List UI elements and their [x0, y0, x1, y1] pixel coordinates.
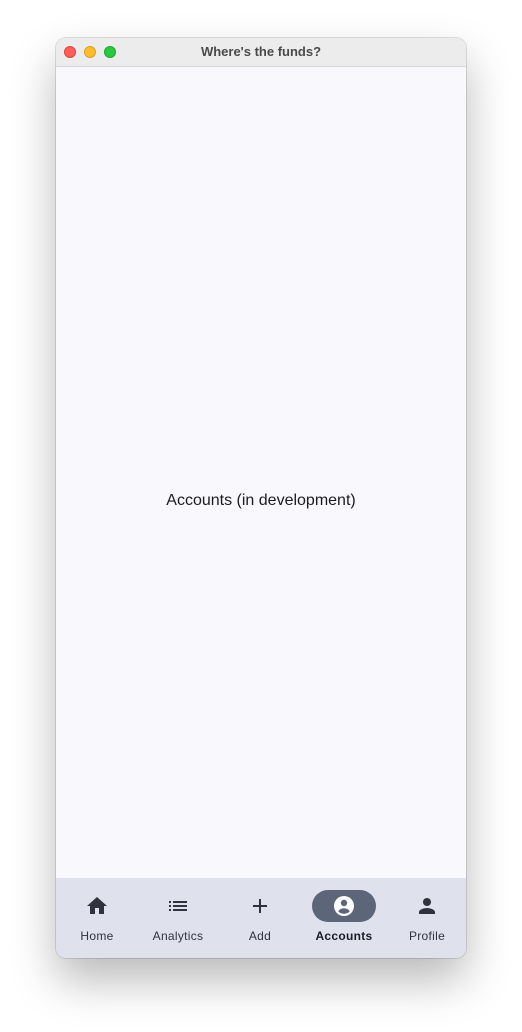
- home-icon: [85, 894, 109, 918]
- nav-label-add: Add: [248, 929, 272, 943]
- nav-item-home[interactable]: Home: [56, 878, 138, 958]
- main-content: Accounts (in development): [56, 67, 466, 878]
- list-icon: [166, 894, 190, 918]
- nav-label-profile: Profile: [408, 929, 446, 943]
- nav-label-home: Home: [80, 929, 114, 943]
- app-window: Where's the funds? Accounts (in developm…: [56, 38, 466, 958]
- account-circle-icon: [332, 894, 356, 918]
- nav-item-add[interactable]: Add: [219, 878, 301, 958]
- plus-icon: [248, 894, 272, 918]
- nav-label-accounts: Accounts: [315, 929, 373, 943]
- nav-item-profile[interactable]: Profile: [386, 878, 466, 958]
- person-icon: [415, 894, 439, 918]
- nav-item-accounts[interactable]: Accounts: [303, 878, 385, 958]
- title-bar[interactable]: Where's the funds?: [56, 38, 466, 67]
- placeholder-text: Accounts (in development): [166, 492, 356, 509]
- window-title: Where's the funds?: [200, 44, 322, 59]
- nav-label-analytics: Analytics: [152, 929, 204, 943]
- bottom-navigation-bar: Home Analytics Add Accounts Profile: [56, 878, 466, 958]
- nav-item-analytics[interactable]: Analytics: [137, 878, 219, 958]
